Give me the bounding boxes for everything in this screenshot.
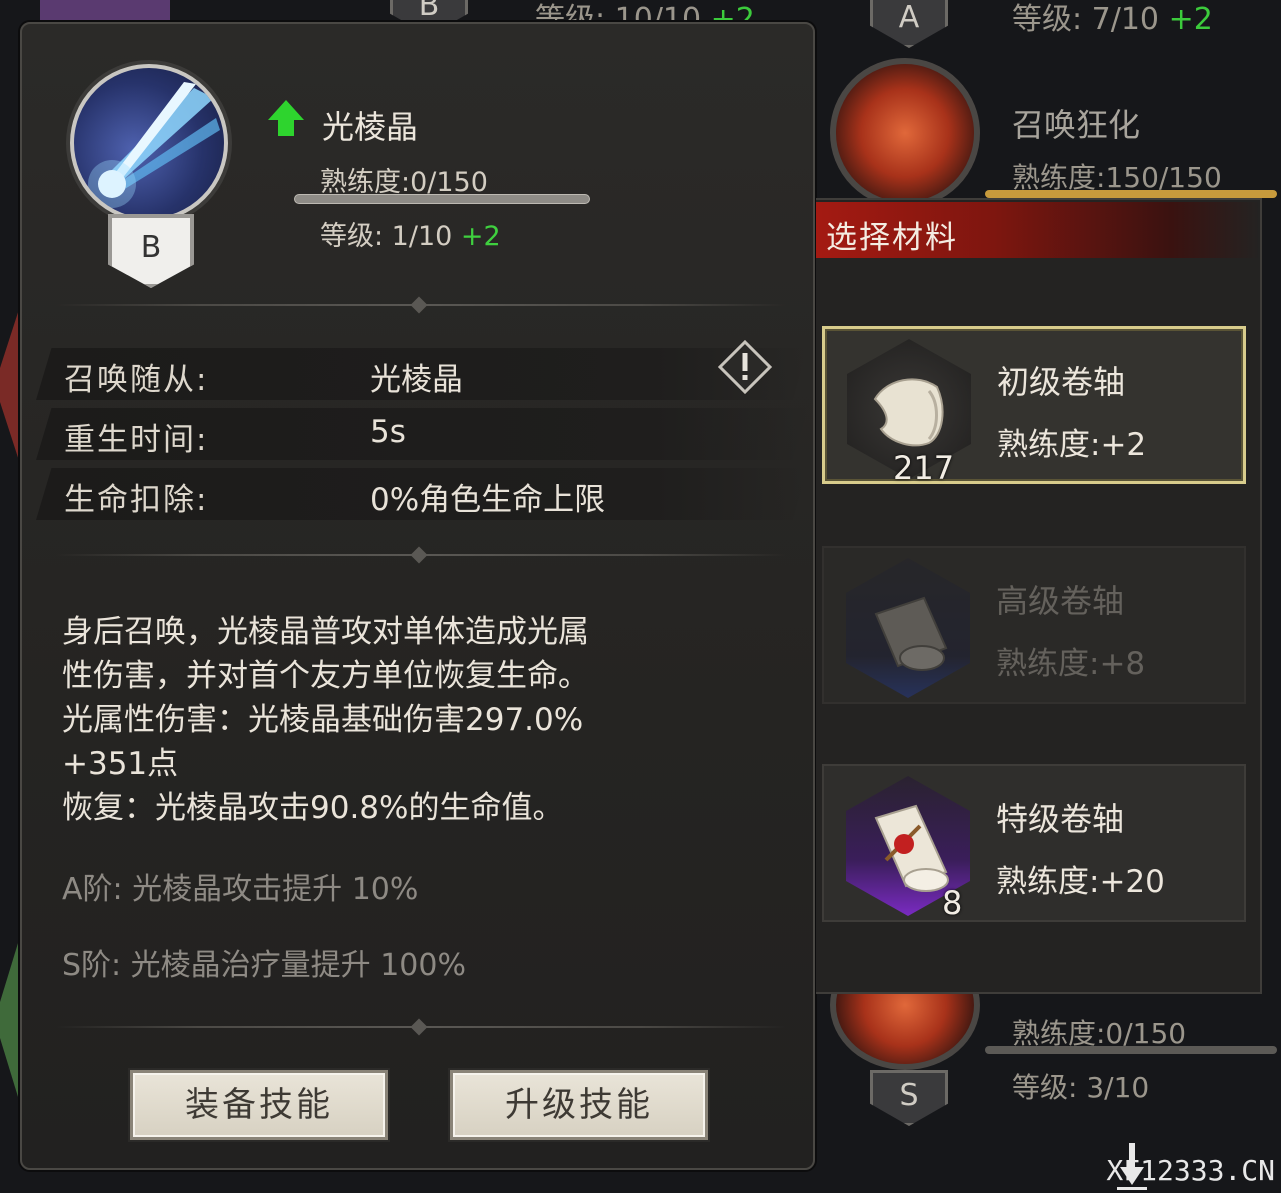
material-name: 特级卷轴 — [996, 800, 1125, 838]
divider — [56, 1018, 786, 1036]
bg-left-edge-red — [0, 300, 22, 470]
stat-value: 光棱晶 — [370, 362, 463, 398]
description-line: 身后召唤，光棱晶普攻对单体造成光属 — [62, 614, 589, 650]
description-line: 性伤害，并对首个友方单位恢复生命。 — [62, 658, 589, 694]
info-warning-icon[interactable] — [718, 340, 772, 394]
material-name: 高级卷轴 — [996, 582, 1125, 620]
material-count: 8 — [942, 884, 963, 922]
bg-skill-icon-berserk[interactable] — [830, 58, 980, 208]
stat-label: 重生时间: — [64, 422, 209, 458]
tier-a-bonus: A阶: 光棱晶攻击提升 10% — [62, 872, 419, 907]
material-item-advanced-scroll[interactable]: 高级卷轴 熟练度:+8 — [822, 546, 1246, 704]
description-line: 恢复：光棱晶攻击90.8%的生命值。 — [62, 790, 564, 826]
skill-level: 等级: 1/10 +2 — [320, 221, 501, 252]
material-select-panel: 选择材料 217 初级卷轴 熟练度:+2 高级卷轴 熟练度:+8 8 特级卷轴 … — [816, 198, 1262, 994]
material-item-basic-scroll[interactable]: 217 初级卷轴 熟练度:+2 — [822, 326, 1246, 487]
bg-rank-badge-a: A — [870, 0, 948, 48]
skill-rank-badge: B — [108, 214, 194, 288]
divider — [56, 546, 786, 564]
bg-prof-bar — [985, 190, 1277, 198]
bg-left-edge-purple — [40, 0, 170, 24]
bg-skill-name: 召唤狂化 — [1012, 106, 1141, 144]
material-proficiency: 熟练度:+20 — [996, 864, 1165, 900]
material-count: 217 — [893, 449, 955, 487]
divider — [56, 296, 786, 314]
bg-level-text: 等级: 3/10 — [1012, 1071, 1150, 1104]
bg-prof-bar — [985, 1046, 1277, 1054]
material-panel-title: 选择材料 — [826, 220, 958, 256]
stat-label: 生命扣除: — [64, 482, 209, 518]
material-panel-header: 选择材料 — [816, 202, 1260, 258]
rolled-scroll-icon — [846, 558, 970, 698]
stat-value: 5s — [370, 414, 406, 450]
material-proficiency: 熟练度:+2 — [997, 427, 1147, 463]
skill-emblem: B — [70, 64, 230, 294]
skill-description: 身后召唤，光棱晶普攻对单体造成光属 性伤害，并对首个友方单位恢复生命。 光属性伤… — [62, 610, 792, 830]
upgrade-arrow-icon — [268, 100, 304, 136]
material-proficiency: 熟练度:+8 — [996, 646, 1146, 682]
tier-s-bonus: S阶: 光棱晶治疗量提升 100% — [62, 948, 466, 983]
bg-rank-badge-s: S — [870, 1070, 948, 1126]
watermark-text: XF12333.CN — [1106, 1154, 1275, 1187]
description-line: +351点 — [62, 746, 179, 782]
stat-label: 召唤随从: — [64, 362, 209, 398]
material-name: 初级卷轴 — [997, 363, 1126, 401]
material-item-special-scroll[interactable]: 8 特级卷轴 熟练度:+20 — [822, 764, 1246, 922]
skill-proficiency-bar — [294, 194, 590, 204]
upgrade-skill-button[interactable]: 升级技能 — [450, 1070, 708, 1140]
light-beam-icon — [70, 64, 228, 222]
bg-left-edge-green — [0, 930, 22, 1110]
skill-name: 光棱晶 — [322, 108, 419, 146]
stat-value: 0%角色生命上限 — [370, 482, 606, 518]
equip-skill-button[interactable]: 装备技能 — [130, 1070, 388, 1140]
bg-level-text: 等级: 7/10 +2 — [1012, 2, 1213, 37]
description-line: 光属性伤害：光棱晶基础伤害297.0% — [62, 702, 584, 738]
skill-detail-panel: B 光棱晶 熟练度:0/150 等级: 1/10 +2 召唤随从: 光棱晶 重生… — [20, 22, 815, 1170]
